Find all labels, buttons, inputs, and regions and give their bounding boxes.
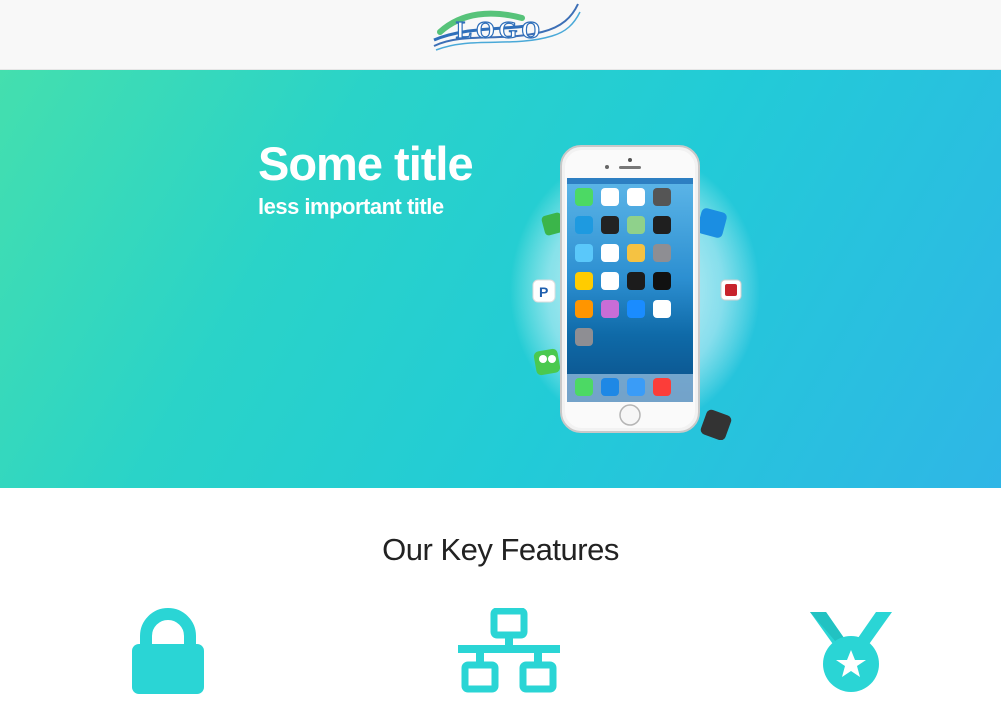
hero-banner: Some title less important title P — [0, 70, 1001, 488]
hero-subtitle: less important title — [258, 194, 444, 219]
svg-text:P: P — [539, 284, 548, 300]
medal-icon — [810, 612, 892, 692]
logo[interactable]: LOGO — [432, 2, 582, 58]
logo-text: LOGO — [456, 18, 544, 44]
site-header: LOGO — [0, 0, 1001, 70]
lock-icon — [132, 608, 204, 694]
features-title: Our Key Features — [382, 532, 619, 567]
hero-title: Some title — [258, 137, 474, 190]
network-icon — [458, 608, 560, 693]
smartphone-image: P — [510, 145, 760, 440]
